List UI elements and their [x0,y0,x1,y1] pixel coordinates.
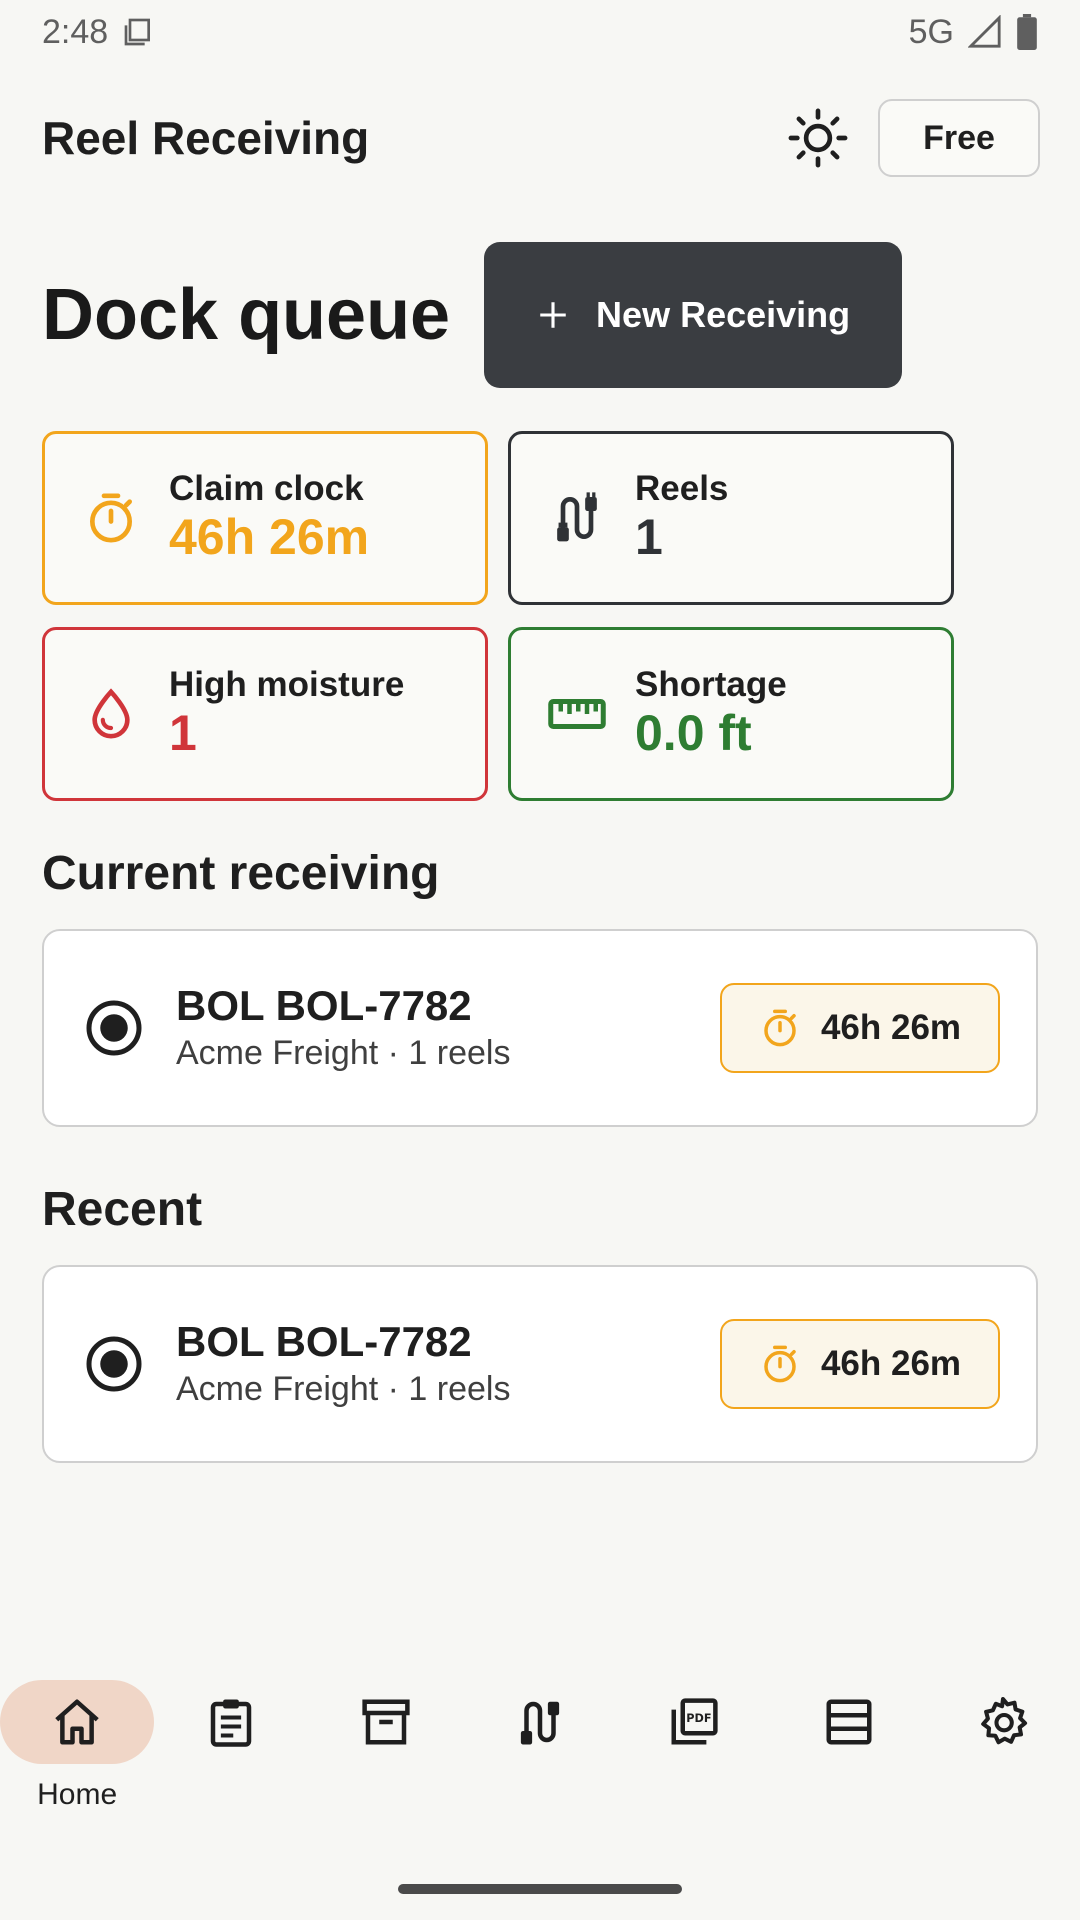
bol-subtitle: Acme Freight · 1 reels [176,1370,511,1409]
status-right: 5G [909,13,1038,52]
stat-value: 1 [635,509,663,566]
nav-icon-wrap [463,1680,617,1764]
timer-value: 46h 26m [820,1344,962,1383]
timer-value: 46h 26m [820,1008,962,1047]
cable-icon [547,488,607,548]
pdf-icon: PDF [671,1698,718,1745]
radio-selected-icon [86,1000,142,1056]
stat-label: High moisture [169,665,405,705]
stat-shortage[interactable]: Shortage 0.0 ft [508,627,954,801]
stat-label: Reels [635,469,729,509]
notification-icon [124,18,151,46]
svg-text:PDF: PDF [687,1712,712,1725]
nav-icon-wrap: PDF [617,1680,771,1764]
bol-number: BOL BOL-7782 [176,1317,472,1365]
plan-button[interactable]: Free [878,99,1040,177]
list-icon [826,1699,872,1745]
app-title: Reel Receiving [42,112,370,164]
stat-value: 1 [169,705,197,762]
new-receiving-button[interactable]: New Receiving [484,242,903,388]
nav-icon-wrap [309,1680,463,1764]
cable-icon [520,1701,560,1745]
page-title: Dock queue [42,275,451,355]
nav-checklist[interactable] [154,1680,308,1764]
nav-active-indicator [0,1680,155,1764]
nav-reels[interactable] [463,1680,617,1764]
stat-reels[interactable]: Reels 1 [508,431,954,605]
signal-icon [968,15,1001,48]
timer-icon [81,488,141,548]
nav-icon-wrap [772,1680,926,1764]
network-type: 5G [908,12,954,51]
current-receiving-card[interactable]: BOL BOL-7782 Acme Freight · 1 reels 46h … [42,929,1038,1127]
app-bar: Reel Receiving Free [0,92,1080,184]
water-drop-icon [81,684,141,744]
bol-subtitle: Acme Freight · 1 reels [176,1034,511,1073]
headline-row: Dock queue New Receiving [42,242,903,388]
clipboard-icon [211,1699,252,1747]
sun-icon [788,108,848,168]
theme-toggle-button[interactable] [782,102,854,174]
recent-card[interactable]: BOL BOL-7782 Acme Freight · 1 reels 46h … [42,1265,1038,1463]
nav-archive[interactable] [309,1680,463,1764]
stat-value: 0.0 ft [635,705,752,762]
status-bar: 2:48 5G [0,0,1080,64]
claim-timer-badge: 46h 26m [720,983,1000,1073]
nav-home[interactable]: Home [0,1680,155,1812]
plus-icon [540,302,566,328]
stat-label: Claim clock [169,469,364,509]
status-time: 2:48 [42,12,109,51]
stat-high-moisture[interactable]: High moisture 1 [42,627,488,801]
stats-grid: Claim clock 46h 26m Reels 1 High moistur… [42,431,956,801]
bol-number: BOL BOL-7782 [176,981,472,1029]
nav-pdf[interactable]: PDF [617,1680,771,1764]
home-icon [55,1699,99,1745]
stat-value: 46h 26m [169,509,370,566]
current-receiving-title: Current receiving [42,847,440,900]
new-receiving-label: New Receiving [596,294,851,335]
archive-icon [362,1699,410,1745]
stat-claim-clock[interactable]: Claim clock 46h 26m [42,431,488,605]
nav-settings[interactable] [926,1680,1080,1764]
home-indicator[interactable] [398,1884,682,1894]
settings-icon [981,1697,1027,1745]
nav-list[interactable] [772,1680,926,1764]
timer-icon [764,1345,796,1383]
nav-icon-wrap [154,1680,308,1764]
recent-title: Recent [42,1183,203,1236]
ruler-icon [547,684,607,744]
timer-icon [764,1009,796,1047]
stat-label: Shortage [635,665,787,705]
nav-label: Home [37,1778,118,1811]
bottom-navigation: Home PDF [0,1680,1080,1830]
nav-icon-wrap [926,1680,1080,1764]
status-left: 2:48 [42,13,154,52]
claim-timer-badge: 46h 26m [720,1319,1000,1409]
radio-selected-icon [86,1336,142,1392]
battery-icon [1017,14,1037,50]
